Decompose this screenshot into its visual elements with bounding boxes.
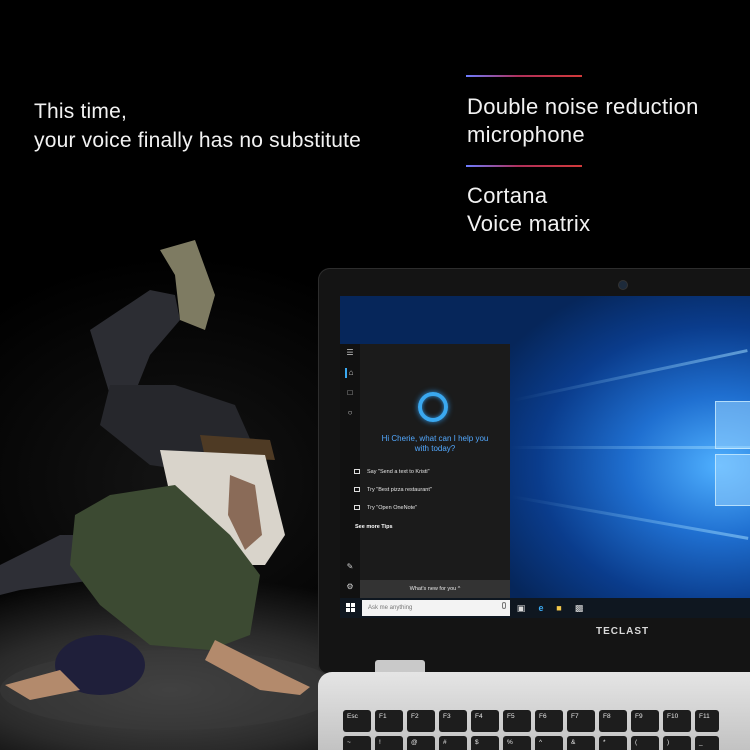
edge-icon[interactable]: e [536,603,546,613]
cortana-greeting-line-2: with today? [414,444,456,453]
key-f3[interactable]: F3 [439,710,467,732]
cortana-greeting-line-1: Hi Cherie, what can I help you [381,434,489,443]
cortana-panel: ☰ ⌂ □ ○ ✎ ⚙ Hi Cherie, what can I help y… [340,344,510,598]
key-f2[interactable]: F2 [407,710,435,732]
feature-microphone-line-2: microphone [467,122,585,147]
key-tilde[interactable]: ~ [343,736,371,750]
chat-icon [354,487,360,492]
see-more-tips-link[interactable]: See more Tips [355,524,393,530]
chat-icon [354,505,360,510]
key-f9[interactable]: F9 [631,710,659,732]
whats-new-button[interactable]: What's new for you ^ [360,580,510,598]
key-0[interactable]: ) [663,736,691,750]
key-f4[interactable]: F4 [471,710,499,732]
feature-cortana-line-2: Voice matrix [467,211,591,236]
windows-start-icon[interactable] [346,603,356,613]
cortana-tip[interactable]: Try "Best pizza restaurant" [354,487,432,493]
key-f10[interactable]: F10 [663,710,691,732]
light-beam [512,349,748,402]
key-f1[interactable]: F1 [375,710,403,732]
key-6[interactable]: ^ [535,736,563,750]
task-view-icon[interactable]: ▣ [516,603,526,613]
key-2[interactable]: @ [407,736,435,750]
light-beam [511,495,749,540]
cortana-tip-text: Try "Open OneNote" [367,505,418,511]
taskbar: Ask me anything ▣ e ■ ▩ [340,598,750,618]
key-5[interactable]: % [503,736,531,750]
key-8[interactable]: * [599,736,627,750]
headline-line-2: your voice finally has no substitute [34,129,362,152]
cortana-tip[interactable]: Say "Send a text to Kristi" [354,469,430,475]
key-esc[interactable]: Esc [343,710,371,732]
advertisement-stage: This time, your voice finally has no sub… [0,0,750,750]
key-f6[interactable]: F6 [535,710,563,732]
key-1[interactable]: ! [375,736,403,750]
key-f7[interactable]: F7 [567,710,595,732]
key-9[interactable]: ( [631,736,659,750]
store-icon[interactable]: ▩ [574,603,584,613]
key-f5[interactable]: F5 [503,710,531,732]
feature-microphone-line-1: Double noise reduction [467,94,699,119]
lightbulb-icon[interactable]: ○ [345,408,355,418]
windows-logo-pane [715,454,750,506]
divider-rule-2 [466,165,582,167]
notebook-icon[interactable]: □ [345,388,355,398]
cortana-tip-text: Try "Best pizza restaurant" [367,487,432,493]
cortana-tip[interactable]: Try "Open OneNote" [354,505,417,511]
settings-icon[interactable]: ⚙ [345,582,355,592]
divider-rule-1 [466,75,582,77]
headline-line-1: This time, [34,100,128,123]
brand-logo: TECLAST [596,626,650,637]
windows-logo-pane [715,401,750,449]
light-beam [510,446,750,449]
cortana-greeting: Hi Cherie, what can I help you with toda… [370,434,500,454]
key-f11[interactable]: F11 [695,710,719,732]
key-minus[interactable]: _ [695,736,719,750]
key-f8[interactable]: F8 [599,710,627,732]
breakdancer-photo [0,240,340,730]
home-icon[interactable]: ⌂ [345,368,355,378]
file-explorer-icon[interactable]: ■ [554,603,564,613]
feature-cortana: Cortana Voice matrix [467,182,590,238]
feature-cortana-line-1: Cortana [467,183,548,208]
taskbar-search-input[interactable]: Ask me anything [362,600,510,616]
key-7[interactable]: & [567,736,595,750]
key-4[interactable]: $ [471,736,499,750]
chat-icon [354,469,360,474]
feature-microphone: Double noise reduction microphone [467,93,699,149]
webcam-icon [619,281,627,289]
headline: This time, your voice finally has no sub… [34,97,361,155]
cortana-tip-text: Say "Send a text to Kristi" [367,469,430,475]
key-3[interactable]: # [439,736,467,750]
feedback-icon[interactable]: ✎ [345,562,355,572]
laptop-screen: ☰ ⌂ □ ○ ✎ ⚙ Hi Cherie, what can I help y… [340,296,750,618]
microphone-icon[interactable] [502,602,506,609]
cortana-ring-icon [418,392,448,422]
hamburger-icon[interactable]: ☰ [345,348,355,358]
